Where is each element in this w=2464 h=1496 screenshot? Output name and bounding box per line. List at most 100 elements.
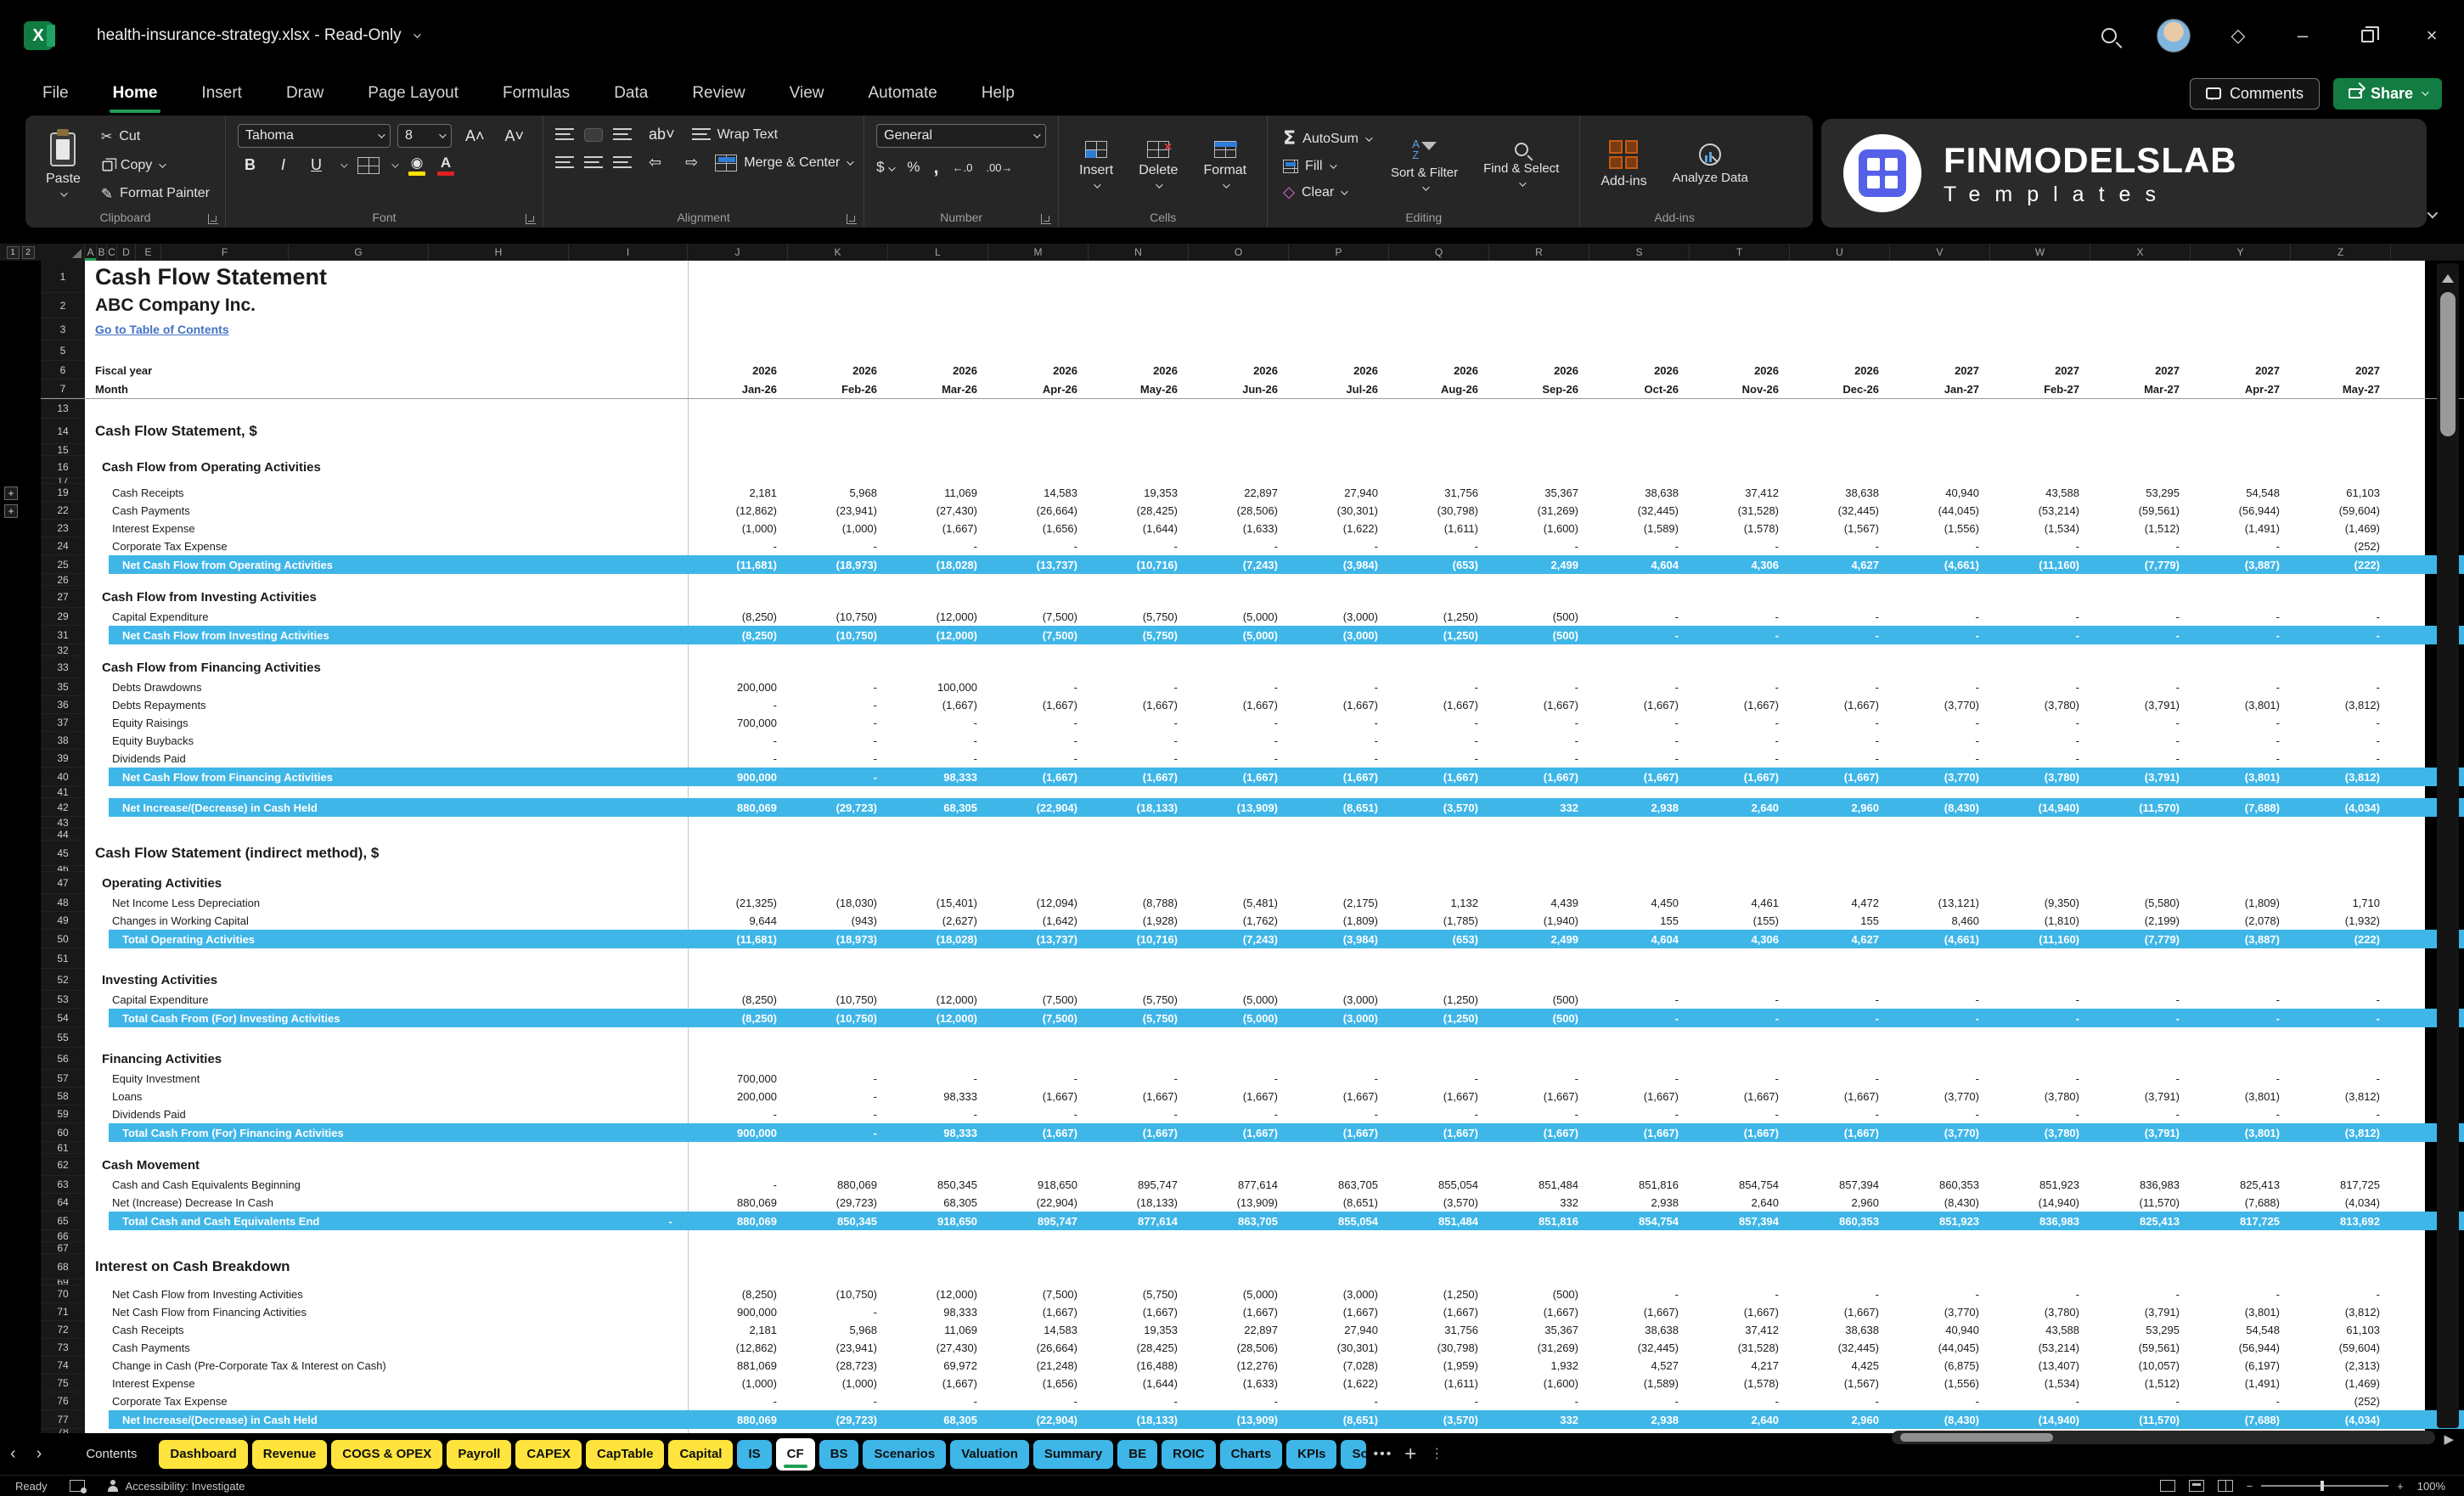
cell-value[interactable]: (1,611) xyxy=(1389,1377,1489,1390)
cell-value[interactable]: - xyxy=(1589,1012,1690,1025)
cell-value[interactable]: 880,069 xyxy=(688,1414,788,1426)
cell-value[interactable]: (29,723) xyxy=(788,1414,888,1426)
cell-value[interactable]: (8,430) xyxy=(1890,801,1990,814)
row-header-58[interactable]: 58 xyxy=(41,1088,85,1105)
cell-value[interactable]: (28,425) xyxy=(1089,1341,1189,1354)
font-family-select[interactable]: Tahoma xyxy=(238,124,391,148)
row-label[interactable]: Capital Expenditure xyxy=(85,993,208,1006)
cell-value[interactable]: - xyxy=(1289,734,1389,747)
cell-value[interactable]: Dec-26 xyxy=(1790,383,1890,396)
cell-value[interactable]: (13,407) xyxy=(1990,1359,2090,1372)
row-header-51[interactable]: 51 xyxy=(41,948,85,969)
italic-button[interactable]: I xyxy=(274,155,292,176)
cell-value[interactable]: - xyxy=(2291,629,2391,642)
vertical-scroll-thumb[interactable] xyxy=(2440,292,2456,436)
row-header-53[interactable]: 53 xyxy=(41,991,85,1009)
ribbon-collapse-button[interactable] xyxy=(2427,207,2435,222)
cell-value[interactable]: 880,069 xyxy=(688,801,788,814)
row-label[interactable]: Fiscal year xyxy=(85,364,152,377)
cell-value[interactable]: (1,250) xyxy=(1389,1288,1489,1301)
sheet-tab-captable[interactable]: CapTable xyxy=(586,1440,664,1469)
cell-value[interactable]: (1,000) xyxy=(788,1377,888,1390)
cell-value[interactable]: (8,788) xyxy=(1089,897,1189,909)
row-header-41[interactable]: 41 xyxy=(41,786,85,798)
cell-value[interactable]: (5,000) xyxy=(1189,1012,1289,1025)
cell-value[interactable]: (1,667) xyxy=(988,1306,1089,1319)
cell-value[interactable]: 2,181 xyxy=(688,486,788,499)
column-header-U[interactable]: U xyxy=(1790,244,1890,261)
cell-value[interactable]: 2027 xyxy=(1990,364,2090,377)
cell-value[interactable]: 2,640 xyxy=(1690,1196,1790,1209)
cell-value[interactable]: - xyxy=(1089,717,1189,729)
cell-value[interactable]: (12,000) xyxy=(888,993,988,1006)
cell-value[interactable]: - xyxy=(988,717,1089,729)
cell-value[interactable]: (29,723) xyxy=(788,1196,888,1209)
label-cell[interactable]: Corporate Tax Expense xyxy=(85,1395,688,1408)
cell-value[interactable]: - xyxy=(2291,1012,2391,1025)
cell-value[interactable]: (1,667) xyxy=(1589,1090,1690,1103)
row-header-74[interactable]: 74 xyxy=(41,1357,85,1375)
cell-value[interactable]: - xyxy=(1589,540,1690,553)
premium-button[interactable]: ◇ xyxy=(2206,0,2270,71)
cell-value[interactable]: (1,667) xyxy=(1690,771,1790,784)
label-cell[interactable]: Debts Drawdowns xyxy=(85,681,688,694)
cell-value[interactable]: 851,484 xyxy=(1389,1215,1489,1228)
cell-value[interactable]: (3,780) xyxy=(1990,1127,2090,1139)
row-header-6[interactable]: 6 xyxy=(41,361,85,380)
cell-value[interactable]: - xyxy=(1890,1288,1990,1301)
cell-value[interactable]: - xyxy=(2191,681,2291,694)
menu-tab-file[interactable]: File xyxy=(24,76,87,111)
cell-value[interactable]: - xyxy=(1089,1395,1189,1408)
cell-value[interactable]: - xyxy=(1690,629,1790,642)
cell-value[interactable]: (1,667) xyxy=(1089,1127,1189,1139)
cell-value[interactable]: - xyxy=(2291,1072,2391,1085)
cell-value[interactable]: (18,028) xyxy=(888,933,988,946)
cell-value[interactable]: (3,000) xyxy=(1289,1288,1389,1301)
label-cell[interactable]: Cash Receipts xyxy=(85,486,688,499)
cell-value[interactable]: (11,160) xyxy=(1990,559,2090,571)
page-break-view-button[interactable] xyxy=(2218,1480,2233,1492)
cell-value[interactable]: - xyxy=(2090,734,2191,747)
sheet-tab-contents[interactable]: Contents xyxy=(86,1447,137,1461)
cell-value[interactable]: (252) xyxy=(2291,540,2391,553)
cell-value[interactable]: 4,306 xyxy=(1690,559,1790,571)
cell-value[interactable]: Jul-26 xyxy=(1289,383,1389,396)
alignment-dialog-launcher[interactable] xyxy=(847,214,857,224)
menu-tab-draw[interactable]: Draw xyxy=(267,76,342,111)
cell-value[interactable]: - xyxy=(2191,1072,2291,1085)
cell-value[interactable]: (3,801) xyxy=(2191,1127,2291,1139)
cell-value[interactable]: - xyxy=(1890,610,1990,623)
cell-value[interactable]: 68,305 xyxy=(888,1414,988,1426)
cell-value[interactable]: - xyxy=(1589,752,1690,765)
cell-value[interactable]: - xyxy=(1890,681,1990,694)
cell-value[interactable]: 98,333 xyxy=(888,1306,988,1319)
cell-value[interactable]: (1,667) xyxy=(1089,1090,1189,1103)
cell-value[interactable]: Jan-26 xyxy=(688,383,788,396)
cell-value[interactable]: - xyxy=(1790,717,1890,729)
cell-value[interactable]: - xyxy=(1589,610,1690,623)
cell-value[interactable]: (28,506) xyxy=(1189,504,1289,517)
cell-value[interactable]: - xyxy=(988,540,1089,553)
cell-value[interactable]: 881,069 xyxy=(688,1359,788,1372)
cell-value[interactable]: - xyxy=(1289,681,1389,694)
cell-value[interactable]: - xyxy=(988,681,1089,694)
cell-value[interactable]: (1,611) xyxy=(1389,522,1489,535)
cell-value[interactable]: (3,000) xyxy=(1289,1012,1389,1025)
row-header-29[interactable]: 29 xyxy=(41,608,85,626)
column-header-Q[interactable]: Q xyxy=(1389,244,1489,261)
label-cell[interactable]: Cash Payments xyxy=(85,1341,688,1354)
cell-value[interactable]: - xyxy=(1990,610,2090,623)
cell-value[interactable]: (8,250) xyxy=(688,1012,788,1025)
accessibility-status[interactable]: Accessibility: Investigate xyxy=(107,1480,245,1493)
column-header-M[interactable]: M xyxy=(988,244,1089,261)
cell-value[interactable]: (1,667) xyxy=(1489,1306,1589,1319)
cell-value[interactable]: (3,000) xyxy=(1289,629,1389,642)
cell-value[interactable]: 4,604 xyxy=(1589,559,1690,571)
cell-value[interactable]: 850,345 xyxy=(788,1215,888,1228)
row-label[interactable]: ABC Company Inc. xyxy=(85,295,256,316)
row-header-45[interactable]: 45 xyxy=(41,841,85,866)
cell-value[interactable]: (3,000) xyxy=(1289,610,1389,623)
cell-value[interactable]: (222) xyxy=(2291,559,2391,571)
sheet-tab-charts[interactable]: Charts xyxy=(1220,1440,1283,1469)
cell-value[interactable]: (18,030) xyxy=(788,897,888,909)
